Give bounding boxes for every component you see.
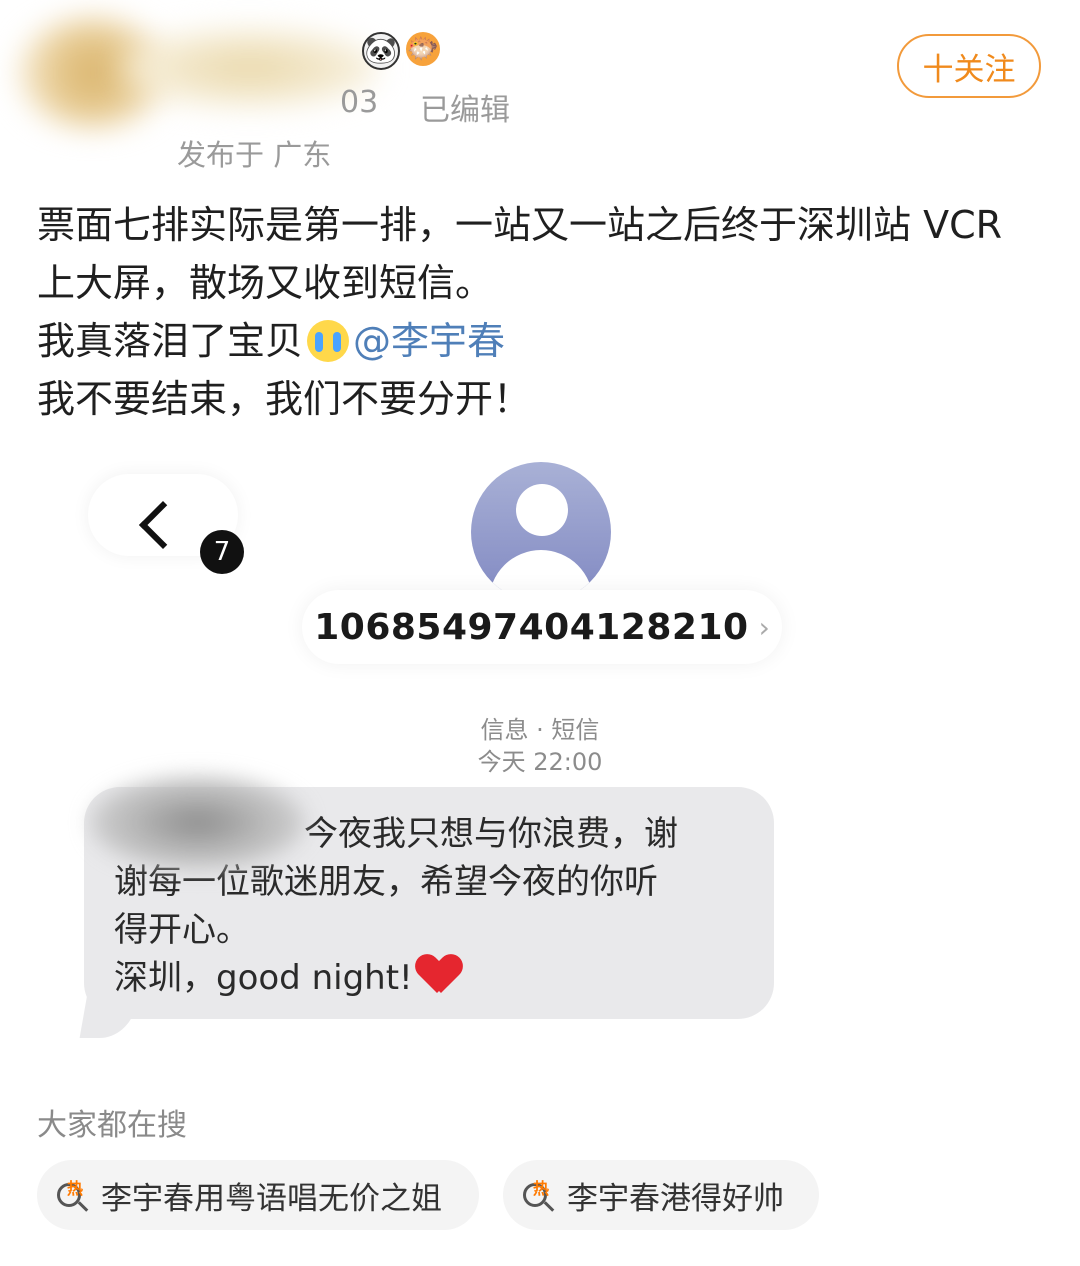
post-location: 发布于 广东 — [177, 138, 332, 172]
post-timestamp: 03 — [340, 85, 379, 120]
back-button: 7 — [88, 474, 244, 574]
panda-icon: 🐼 — [362, 32, 400, 70]
follow-button[interactable]: 十关注 — [897, 34, 1041, 98]
contact-number-pill: 10685497404128210 › — [302, 590, 782, 664]
contact-number: 10685497404128210 — [314, 606, 749, 648]
post-line: 票面七排实际是第一排，一站又一站之后终于深圳站 VCR — [37, 203, 1003, 247]
hot-search-icon: 热 — [53, 1175, 93, 1215]
search-chip-label: 李宇春用粤语唱无价之姐 — [101, 1180, 442, 1217]
message-line: 得开心。 — [114, 910, 250, 950]
search-chip-label: 李宇春港得好帅 — [567, 1180, 784, 1217]
unread-count-badge: 7 — [200, 530, 244, 574]
crying-face-icon — [307, 320, 350, 362]
message-line-text: 深圳，good night! — [114, 958, 413, 998]
post-line: 我真落泪了宝贝 @李宇春 — [37, 312, 1047, 370]
chevron-right-icon: › — [758, 610, 770, 644]
sender-redacted — [90, 775, 305, 870]
fish-icon: 🐡 — [406, 32, 440, 66]
red-heart-icon — [417, 955, 461, 995]
message-time: 今天 22:00 — [477, 748, 603, 776]
contact-avatar-icon — [471, 462, 611, 602]
post-body: 票面七排实际是第一排，一站又一站之后终于深圳站 VCR 上大屏，散场又收到短信。… — [37, 196, 1047, 428]
message-line: 深圳，good night! — [114, 954, 754, 1002]
message-type: 信息 · 短信 — [480, 716, 600, 744]
edited-label: 已编辑 — [420, 93, 510, 128]
chevron-left-icon — [138, 500, 188, 550]
post-line-text: 我真落泪了宝贝 — [37, 319, 304, 363]
sms-screenshot[interactable]: 7 10685497404128210 › 信息 · 短信 今天 22:00 今… — [40, 440, 1040, 1080]
search-chip[interactable]: 热 李宇春港得好帅 — [503, 1160, 819, 1230]
mention-link[interactable]: @李宇春 — [353, 319, 505, 363]
post-line: 上大屏，散场又收到短信。 — [37, 261, 494, 305]
search-heading: 大家都在搜 — [37, 1108, 187, 1143]
post-line: 我不要结束，我们不要分开！ — [37, 377, 532, 421]
search-chip[interactable]: 热 李宇春用粤语唱无价之姐 — [37, 1160, 479, 1230]
hot-search-icon: 热 — [519, 1175, 559, 1215]
